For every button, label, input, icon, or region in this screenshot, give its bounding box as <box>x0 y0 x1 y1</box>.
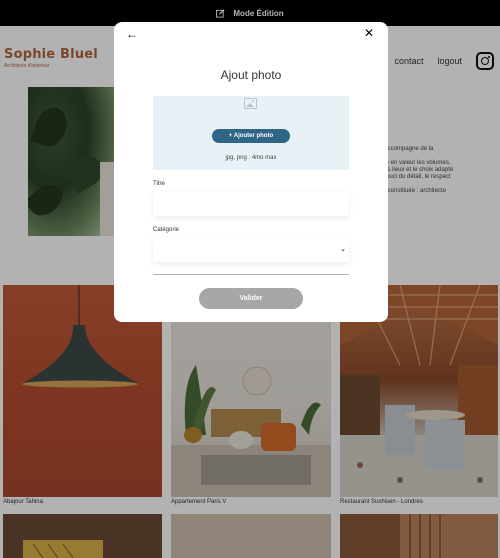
modal-title: Ajout photo <box>220 68 282 82</box>
modal-divider <box>153 274 349 275</box>
upload-hint: jpg, png : 4mo max <box>225 155 277 161</box>
validate-button[interactable]: Valider <box>199 288 303 309</box>
add-photo-modal: ← ✕ Ajout photo + Ajouter photo jpg, png… <box>114 22 388 322</box>
add-photo-button[interactable]: + Ajouter photo <box>212 129 290 143</box>
title-label: Titre <box>153 181 165 187</box>
category-select[interactable]: ⌄ <box>153 238 349 262</box>
close-icon[interactable]: ✕ <box>364 26 374 40</box>
title-input[interactable] <box>153 192 349 216</box>
category-label: Catégorie <box>153 227 180 233</box>
arrow-left-icon[interactable]: ← <box>126 27 138 41</box>
photo-upload-zone: + Ajouter photo jpg, png : 4mo max <box>153 96 349 170</box>
chevron-down-icon: ⌄ <box>340 246 346 253</box>
image-icon <box>244 98 257 109</box>
